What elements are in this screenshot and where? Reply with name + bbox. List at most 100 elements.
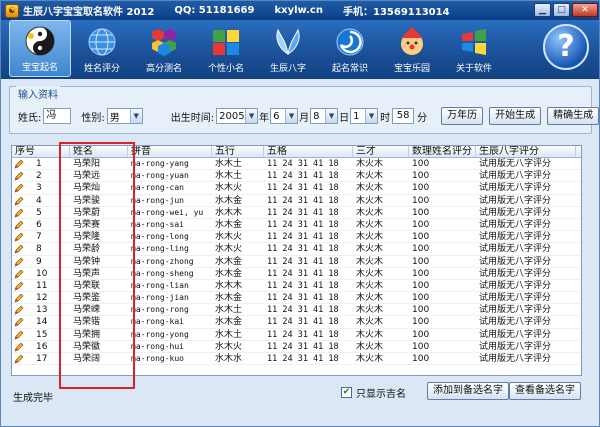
table-cell: 木火木	[356, 317, 384, 328]
phone-text: 手机：13569113014	[342, 7, 450, 18]
tool-naming-knowledge[interactable]: 起名常识	[319, 20, 381, 77]
hour-select[interactable]: 1 ▼	[350, 108, 379, 124]
table-cell: 11 24 31 41 18	[267, 280, 339, 291]
close-button[interactable]: ✕	[572, 3, 598, 17]
add-to-candidates-button[interactable]: 添加到备选名字	[427, 382, 509, 400]
table-cell: 12	[36, 293, 48, 304]
table-cell: 试用版无八字评分	[479, 183, 552, 194]
input-row: 姓氏: 冯 性别: 男 ▼ 出生时间: 2005 ▼ 年 6 ▼ 月 8 ▼ 日	[18, 107, 599, 125]
table-row[interactable]: 11 马荣联 ma-rong-lian 水木木 11 24 31 41 18 木火木 100…	[12, 280, 581, 293]
pencil-icon	[12, 256, 26, 267]
calendar-button[interactable]: 万年历	[441, 107, 484, 125]
col-name[interactable]: 姓名	[70, 146, 128, 157]
tool-baby-naming[interactable]: 宝宝起名	[9, 20, 71, 77]
table-cell: 100	[412, 219, 430, 230]
col-wuge[interactable]: 五格	[264, 146, 353, 157]
table-row[interactable]: 2 马荣远 ma-rong-yuan 水木土 11 24 31 41 18 木火木 100 试…	[12, 170, 581, 183]
pencil-icon	[12, 170, 26, 181]
tool-high-score[interactable]: 高分测名	[133, 20, 195, 77]
tool-nickname[interactable]: 个性小名	[195, 20, 257, 77]
table-row[interactable]: 15 马荣拥 ma-rong-yong 水木土 11 24 31 41 18 木火木 100…	[12, 329, 581, 341]
table-cell: 水木木	[215, 280, 243, 291]
help-button[interactable]: ?	[543, 24, 589, 70]
tool-about[interactable]: 关于软件	[443, 20, 505, 77]
app-window: ☯ 生辰八字宝宝取名软件 2012 QQ: 51181669 kxylw.cn …	[0, 0, 600, 427]
table-cell: 试用版无八字评分	[479, 280, 552, 291]
table-cell: 水木土	[215, 159, 243, 169]
table-row[interactable]: 3 马荣灿 ma-rong-can 水木火 11 24 31 41 18 木火木 100 试用…	[12, 182, 581, 195]
table-cell: 马荣嵘	[73, 305, 101, 316]
tool-bazi[interactable]: 生辰八字	[257, 20, 319, 77]
table-row[interactable]: 17 马荣阔 ma-rong-kuo 水木水 11 24 31 41 18 木火木 100 试…	[12, 353, 581, 366]
tool-baby-park[interactable]: 宝宝乐园	[381, 20, 443, 77]
table-cell: 11 24 31 41 18	[267, 256, 339, 267]
app-icon: ☯	[5, 3, 19, 18]
table-cell: 11 24 31 41 18	[267, 329, 339, 340]
table-cell: 6	[36, 219, 42, 230]
col-sancai[interactable]: 三才	[353, 146, 409, 157]
table-row[interactable]: 9 马荣钟 ma-rong-zhong 水木金 11 24 31 41 18 木火木 100…	[12, 256, 581, 268]
table-row[interactable]: 10 马荣声 ma-rong-sheng 水木金 11 24 31 41 18 木火木 10…	[12, 268, 581, 280]
table-cell: ma-rong-jian	[131, 293, 189, 303]
month-select[interactable]: 6 ▼	[270, 108, 299, 124]
col-index[interactable]: 序号	[12, 146, 70, 157]
table-row[interactable]: 7 马荣隆 ma-rong-long 水木火 11 24 31 41 18 木火木 100 试…	[12, 231, 581, 244]
col-math-score[interactable]: 数理姓名评分	[409, 146, 476, 157]
table-cell: ma-rong-jun	[131, 195, 184, 205]
table-header: 序号 姓名 拼音 五行 五格 三才 数理姓名评分 生辰八字评分	[12, 146, 581, 158]
good-names-only-checkbox[interactable]: ✔ 只显示吉名	[341, 385, 406, 400]
year-select[interactable]: 2005 ▼	[216, 108, 259, 124]
minimize-button[interactable]: ▁	[534, 3, 551, 17]
status-text: 生成完毕	[13, 393, 53, 404]
table-cell: ma-rong-yong	[131, 329, 189, 339]
table-row[interactable]: 12 马荣鉴 ma-rong-jian 水木金 11 24 31 41 18 木火木 100…	[12, 292, 581, 305]
pencil-icon	[12, 268, 26, 279]
globe-icon	[88, 28, 116, 56]
table-row[interactable]: 14 马荣锴 ma-rong-kai 水木金 11 24 31 41 18 木火木 100 试…	[12, 316, 581, 329]
table-row[interactable]: 6 马荣赛 ma-rong-sai 水木金 11 24 31 41 18 木火木 100 试用…	[12, 219, 581, 232]
table-cell: ma-rong-sheng	[131, 268, 194, 278]
table-cell: 马荣声	[73, 268, 101, 279]
site-text: kxylw.cn	[274, 5, 323, 16]
table-body: 1 马荣阳 ma-rong-yang 水木土 11 24 31 41 18 木火木 100 试…	[12, 158, 581, 366]
surname-input[interactable]: 冯	[43, 108, 72, 124]
col-wuxing[interactable]: 五行	[212, 146, 264, 157]
maximize-button[interactable]: □	[553, 3, 570, 17]
tool-name-score[interactable]: 姓名评分	[71, 20, 133, 77]
table-row[interactable]: 1 马荣阳 ma-rong-yang 水木土 11 24 31 41 18 木火木 100 试…	[12, 158, 581, 171]
minute-input[interactable]: 58	[392, 108, 415, 124]
view-candidates-button[interactable]: 查看备选名字	[509, 382, 581, 400]
table-row[interactable]: 16 马荣徽 ma-rong-hui 水木火 11 24 31 41 18 木火木 100 试…	[12, 341, 581, 353]
day-unit: 日	[339, 112, 350, 124]
qq-text: QQ: 51181669	[174, 5, 255, 16]
table-cell: 水木火	[215, 183, 243, 194]
table-row[interactable]: 5 马荣蔚 ma-rong-wei, yu 水木木 11 24 31 41 18 木火木 1…	[12, 207, 581, 219]
table-cell: 11 24 31 41 18	[267, 207, 339, 218]
hour-value: 1	[353, 110, 360, 122]
yin-yang-icon	[25, 26, 55, 56]
gender-select[interactable]: 男 ▼	[106, 108, 143, 124]
table-cell: 木火木	[356, 171, 384, 182]
table-cell: 试用版无八字评分	[479, 244, 552, 255]
table-cell: 马荣阔	[73, 354, 101, 364]
chevron-down-icon: ▼	[129, 109, 142, 123]
table-row[interactable]: 8 马荣龄 ma-rong-ling 水木火 11 24 31 41 18 木火木 100 试…	[12, 243, 581, 256]
pencil-icon	[12, 219, 26, 230]
table-row[interactable]: 13 马荣嵘 ma-rong-rong 水木土 11 24 31 41 18 木火木 100…	[12, 304, 581, 317]
start-generate-button[interactable]: 开始生成	[489, 107, 542, 125]
pencil-icon	[12, 280, 26, 291]
table-cell: 试用版无八字评分	[479, 171, 552, 182]
table-cell: 木火木	[356, 329, 384, 340]
year-unit: 年	[259, 112, 270, 124]
pencil-icon	[12, 292, 26, 303]
col-bazi-score[interactable]: 生辰八字评分	[476, 146, 576, 157]
table-row[interactable]: 4 马荣骏 ma-rong-jun 水木金 11 24 31 41 18 木火木 100 试用…	[12, 195, 581, 207]
col-pinyin[interactable]: 拼音	[128, 146, 212, 157]
day-select[interactable]: 8 ▼	[310, 108, 339, 124]
table-cell: 木火木	[356, 159, 384, 169]
window-controls: ▁ □ ✕	[534, 3, 598, 17]
pencil-icon	[12, 243, 26, 254]
table-cell: 10	[36, 268, 48, 279]
precise-generate-button[interactable]: 精确生成	[547, 107, 599, 125]
table-cell: 11 24 31 41 18	[267, 293, 339, 304]
